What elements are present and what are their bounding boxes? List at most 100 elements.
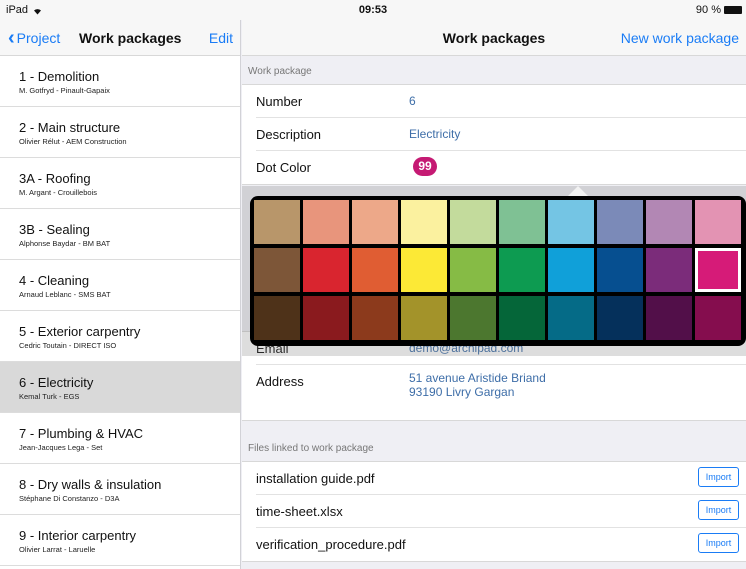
list-item[interactable]: 6 - Electricity Kemal Turk - EGS xyxy=(0,362,240,413)
work-package-name: 6 - Electricity xyxy=(19,375,94,390)
battery-percent: 90 % xyxy=(695,4,721,16)
files-section-header: Files linked to work package xyxy=(248,443,374,454)
detail-navbar: Work packages New work package xyxy=(242,20,746,56)
list-item[interactable]: 3B - Sealing Alphonse Baydar - BM BAT xyxy=(0,209,240,260)
list-item[interactable]: 3A - Roofing M. Argant - Crouillebois xyxy=(0,158,240,209)
status-bar: iPad 09:53 90 % xyxy=(0,0,746,20)
color-swatch[interactable] xyxy=(695,248,741,292)
work-package-contractor: Alphonse Baydar - BM BAT xyxy=(19,239,111,248)
color-swatch[interactable] xyxy=(401,200,447,244)
color-swatch[interactable] xyxy=(548,296,594,340)
work-package-name: 7 - Plumbing & HVAC xyxy=(19,426,144,441)
import-button[interactable]: Import xyxy=(698,533,739,553)
color-swatch[interactable] xyxy=(499,200,545,244)
file-row[interactable]: time-sheet.xlsx Import xyxy=(256,495,746,528)
dot-color-row[interactable]: Dot Color 99 xyxy=(256,151,746,184)
work-package-name: 4 - Cleaning xyxy=(19,273,90,288)
color-swatch[interactable] xyxy=(646,248,692,292)
address-value[interactable]: 51 avenue Aristide Briand 93190 Livry Ga… xyxy=(409,371,546,399)
work-package-section-header: Work package xyxy=(248,66,312,77)
import-button[interactable]: Import xyxy=(698,467,739,487)
dot-color-badge[interactable]: 99 xyxy=(413,157,437,176)
list-item[interactable]: 1 - Demolition M. Gotfryd - Pinault-Gapai… xyxy=(0,56,240,107)
list-item[interactable]: 8 - Dry walls & insulation Stéphane Di Co… xyxy=(0,464,240,515)
list-item[interactable]: 4 - Cleaning Arnaud Leblanc - SMS BAT xyxy=(0,260,240,311)
color-swatch[interactable] xyxy=(303,248,349,292)
work-package-contractor: M. Gotfryd - Pinault-Gapaix xyxy=(19,86,110,95)
color-swatch[interactable] xyxy=(352,248,398,292)
color-swatch[interactable] xyxy=(401,248,447,292)
description-label: Description xyxy=(256,127,322,142)
work-package-name: 3A - Roofing xyxy=(19,171,91,186)
work-package-name: 2 - Main structure xyxy=(19,120,121,135)
status-right: 90 % xyxy=(696,4,742,16)
new-work-package-button[interactable]: New work package xyxy=(621,30,739,46)
clock: 09:53 xyxy=(358,4,388,16)
description-row[interactable]: Description Electricity xyxy=(256,118,746,151)
color-swatch[interactable] xyxy=(401,296,447,340)
color-swatch[interactable] xyxy=(254,296,300,340)
color-swatch[interactable] xyxy=(548,200,594,244)
color-swatch[interactable] xyxy=(548,248,594,292)
color-swatch[interactable] xyxy=(597,200,643,244)
work-package-contractor: Olivier Larrat - Laruelle xyxy=(19,545,96,554)
file-row[interactable]: installation guide.pdf Import xyxy=(256,462,746,495)
file-name: time-sheet.xlsx xyxy=(256,504,343,519)
chevron-left-icon: ‹ xyxy=(8,27,15,49)
number-value[interactable]: 6 xyxy=(409,94,416,108)
color-swatch[interactable] xyxy=(352,200,398,244)
color-swatch[interactable] xyxy=(254,248,300,292)
battery-icon xyxy=(724,6,742,14)
color-swatch[interactable] xyxy=(695,200,741,244)
file-name: verification_procedure.pdf xyxy=(256,537,406,552)
edit-button[interactable]: Edit xyxy=(209,30,233,46)
work-package-contractor: Cedric Toutain - DIRECT ISO xyxy=(19,341,117,350)
work-package-contractor: M. Argant - Crouillebois xyxy=(19,188,97,197)
address-line1: 51 avenue Aristide Briand xyxy=(409,371,546,385)
color-swatch[interactable] xyxy=(450,200,496,244)
file-row[interactable]: verification_procedure.pdf Import xyxy=(256,528,746,561)
color-swatch[interactable] xyxy=(254,200,300,244)
color-swatch-grid xyxy=(254,200,742,340)
color-picker-popover xyxy=(250,196,746,346)
color-swatch[interactable] xyxy=(303,296,349,340)
work-package-contractor: Stéphane Di Constanzo - D3A xyxy=(19,494,120,503)
color-swatch[interactable] xyxy=(646,296,692,340)
files-list: installation guide.pdf Import time-sheet.x… xyxy=(242,461,746,562)
work-package-name: 1 - Demolition xyxy=(19,69,100,84)
work-package-fields: Number 6 Description Electricity Dot Col… xyxy=(242,84,746,185)
description-value[interactable]: Electricity xyxy=(409,127,460,141)
import-button[interactable]: Import xyxy=(698,500,739,520)
sidebar-title: Work packages xyxy=(79,30,182,46)
color-swatch[interactable] xyxy=(303,200,349,244)
address-line2: 93190 Livry Gargan xyxy=(409,385,515,399)
address-row[interactable]: Address 51 avenue Aristide Briand 93190 … xyxy=(256,365,746,420)
work-package-contractor: Olivier Rélut - AEM Construction xyxy=(19,137,127,146)
color-swatch[interactable] xyxy=(450,296,496,340)
dot-color-label: Dot Color xyxy=(256,160,311,175)
work-packages-sidebar: ‹ Project Work packages Edit 1 - Demolit… xyxy=(0,20,241,569)
color-swatch[interactable] xyxy=(352,296,398,340)
work-package-name: 5 - Exterior carpentry xyxy=(19,324,141,339)
work-package-contractor: Arnaud Leblanc - SMS BAT xyxy=(19,290,111,299)
color-swatch[interactable] xyxy=(646,200,692,244)
color-swatch[interactable] xyxy=(597,296,643,340)
color-swatch[interactable] xyxy=(597,248,643,292)
number-label: Number xyxy=(256,94,303,109)
color-swatch[interactable] xyxy=(499,296,545,340)
list-item[interactable]: 5 - Exterior carpentry Cedric Toutain - D… xyxy=(0,311,240,362)
list-item[interactable]: 2 - Main structure Olivier Rélut - AEM Co… xyxy=(0,107,240,158)
file-name: installation guide.pdf xyxy=(256,471,375,486)
color-swatch[interactable] xyxy=(695,296,741,340)
color-swatch[interactable] xyxy=(499,248,545,292)
work-package-name: 8 - Dry walls & insulation xyxy=(19,477,162,492)
number-row[interactable]: Number 6 xyxy=(256,85,746,118)
work-package-contractor: Jean-Jacques Lega - Set xyxy=(19,443,103,452)
work-package-list: 1 - Demolition M. Gotfryd - Pinault-Gapai… xyxy=(0,56,240,566)
color-swatch[interactable] xyxy=(450,248,496,292)
address-label: Address xyxy=(256,374,304,389)
list-item[interactable]: 7 - Plumbing & HVAC Jean-Jacques Lega - S… xyxy=(0,413,240,464)
list-item[interactable]: 9 - Interior carpentry Olivier Larrat - L… xyxy=(0,515,240,566)
back-button[interactable]: ‹ Project xyxy=(8,27,60,49)
